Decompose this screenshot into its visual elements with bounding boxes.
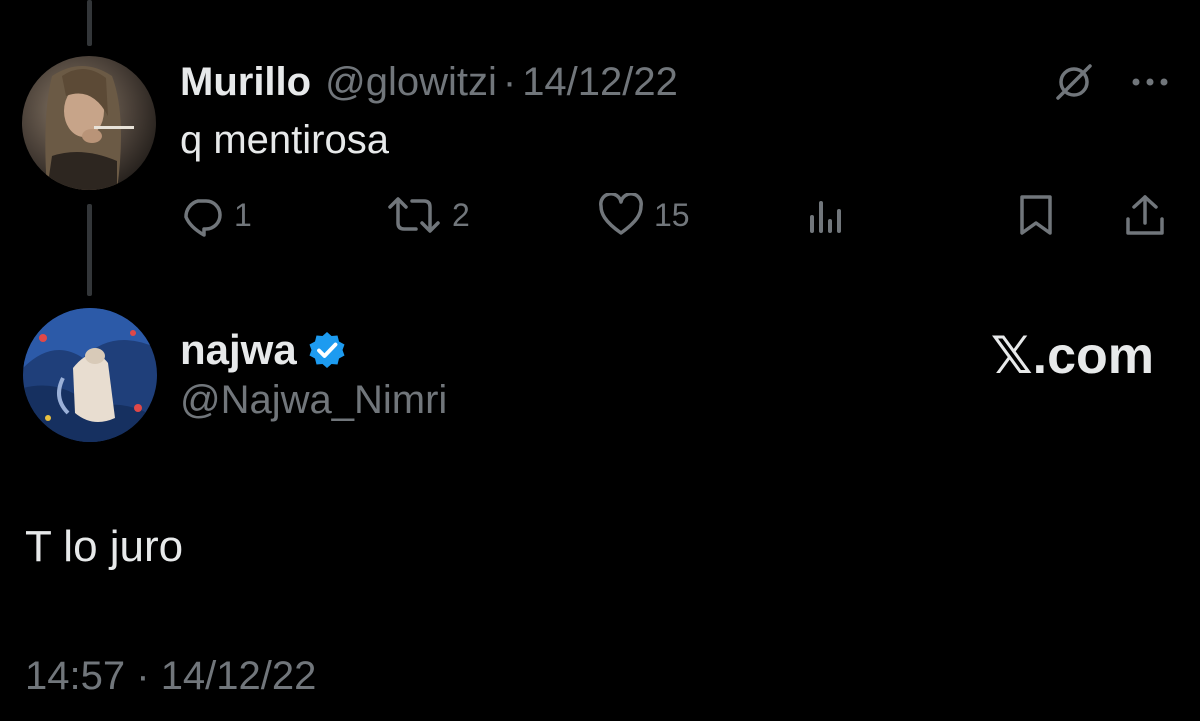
main-author-name[interactable]: najwa — [180, 326, 297, 374]
x-com-logo: 𝕏.com — [990, 327, 1154, 385]
tweet-time: 14:57 — [25, 654, 126, 698]
main-tweet-author-row: najwa — [180, 326, 347, 374]
avatar-image — [23, 308, 157, 442]
reply-count: 1 — [234, 196, 252, 233]
main-tweet-text: T lo juro — [25, 522, 184, 571]
reply-tweet-text: q mentirosa — [180, 118, 389, 162]
reply-button[interactable]: 1 — [180, 190, 252, 240]
like-count: 15 — [654, 196, 690, 233]
bookmark-button[interactable] — [1016, 190, 1056, 240]
share-icon — [1126, 195, 1164, 235]
reply-tweet-action-bar: 1 2 15 — [180, 190, 1170, 240]
tweet-date: 14/12/22 — [160, 654, 317, 698]
reply-icon — [184, 199, 222, 237]
retweet-count: 2 — [452, 196, 470, 233]
views-button[interactable] — [808, 190, 848, 240]
avatar-reply-author[interactable] — [22, 56, 156, 190]
reply-tweet-date[interactable]: 14/12/22 — [522, 60, 678, 105]
retweet-button[interactable]: 2 — [386, 190, 470, 240]
like-button[interactable]: 15 — [598, 190, 690, 240]
main-tweet-timestamp[interactable]: 14:57 · 14/12/22 — [25, 654, 316, 699]
more-icon[interactable] — [1130, 75, 1170, 89]
reply-tweet-header: Murillo @glowitzi · 14/12/22 — [180, 56, 678, 108]
reply-author-handle[interactable]: @glowitzi — [325, 60, 497, 105]
header-separator: · — [502, 59, 517, 104]
share-button[interactable] — [1124, 190, 1166, 240]
views-icon — [810, 201, 841, 233]
avatar-main-author[interactable] — [23, 308, 157, 442]
heart-icon — [599, 193, 643, 235]
main-author-handle[interactable]: @Najwa_Nimri — [180, 378, 447, 423]
timestamp-separator: · — [136, 654, 150, 698]
tweet-thread-page: Murillo @glowitzi · 14/12/22 q mentirosa… — [0, 0, 1200, 721]
grok-icon[interactable] — [1052, 60, 1096, 104]
avatar-image — [22, 56, 156, 190]
retweet-icon — [388, 197, 440, 233]
thread-connector-bottom — [87, 204, 92, 296]
thread-connector-top — [87, 0, 92, 46]
reply-tweet-top-actions — [1052, 60, 1170, 104]
reply-author-name[interactable]: Murillo — [180, 60, 311, 105]
verified-badge-icon[interactable] — [307, 330, 347, 370]
bookmark-icon — [1020, 195, 1052, 235]
